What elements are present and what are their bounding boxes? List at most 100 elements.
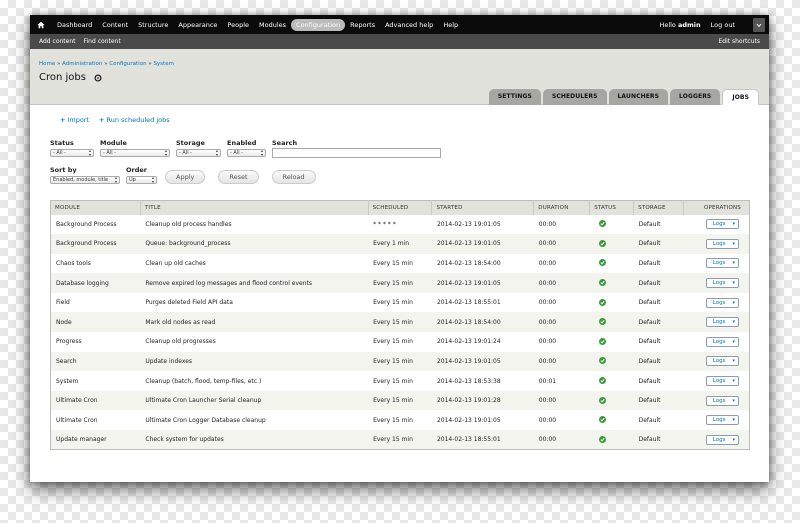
caret-down-icon[interactable]: ▾ [729,280,738,286]
tab-loggers[interactable]: LOGGERS [670,89,721,105]
tab-settings[interactable]: SETTINGS [488,89,541,105]
logs-dropdown-button[interactable]: Logs ▾ [705,376,739,387]
breadcrumb-home[interactable]: Home [39,61,55,67]
logs-button-label: Logs [712,358,726,365]
caret-down-icon[interactable]: ▾ [729,221,738,227]
search-input[interactable] [272,148,441,158]
cell-scheduled: Every 15 min [368,390,432,411]
logs-dropdown-button[interactable]: Logs ▾ [705,219,739,230]
cell-module: Background Process [50,214,141,235]
cell-title: Remove expired log messages and flood co… [140,273,369,293]
toolbar-item-structure[interactable]: Structure [133,19,173,31]
secondary-tabs: SETTINGS SCHEDULERS LAUNCHERS LOGGERS JO… [488,89,759,105]
caret-down-icon[interactable]: ▾ [729,241,738,247]
toolbar-item-content[interactable]: Content [97,19,133,31]
logs-dropdown-button[interactable]: Logs ▾ [705,415,739,426]
toolbar-item-dashboard[interactable]: Dashboard [52,19,97,31]
logs-dropdown-button[interactable]: Logs ▾ [705,356,739,367]
order-select[interactable]: Up ▴ ▾ [126,176,157,184]
gear-icon[interactable] [94,73,102,82]
caret-down-icon[interactable]: ▾ [729,398,738,404]
cell-module: System [50,371,141,391]
caret-down-icon[interactable]: ▾ [729,378,738,384]
caret-down-icon[interactable]: ▾ [729,358,738,364]
logs-button-label: Logs [712,221,726,228]
edit-shortcuts-link[interactable]: Edit shortcuts [718,38,760,45]
cell-status [589,253,634,274]
apply-button[interactable]: Apply [165,170,206,184]
cell-scheduled: * * * * * [368,214,432,235]
storage-select[interactable]: - All - ▴ ▾ [176,149,221,157]
caret-down-icon[interactable]: ▾ [729,417,738,423]
cell-duration: 00:00 [533,351,590,372]
check-circle-icon [598,298,606,306]
column-header-title[interactable]: TITLE [139,200,369,215]
column-header-module[interactable]: MODULE [50,200,141,215]
logout-link[interactable]: Log out [711,21,735,29]
cell-title: Ultimate Cron Logger Database cleanup [140,410,369,431]
enabled-select-value: - All - [230,150,243,156]
caret-down-icon[interactable]: ▾ [729,260,738,266]
column-header-duration[interactable]: DURATION [533,200,590,215]
column-header-scheduled[interactable]: SCHEDULED [367,200,432,215]
main-content: + Import + Run scheduled jobs Status - All… [30,105,769,451]
cell-started: 2014-02-13 19:01:05 [431,273,534,293]
cell-storage: Default [633,273,684,293]
toolbar-item-people[interactable]: People [222,19,254,31]
reload-button[interactable]: Reload [271,170,316,184]
cell-title: Cleanup old progresses [140,332,369,352]
caret-down-icon[interactable]: ▾ [729,339,738,345]
logs-dropdown-button[interactable]: Logs ▾ [705,258,739,269]
shortcut-add-content[interactable]: Add content [39,38,76,45]
cell-status [589,273,634,293]
toolbar-item-reports[interactable]: Reports [345,19,380,31]
logs-dropdown-button[interactable]: Logs ▾ [705,297,739,308]
toolbar-item-help[interactable]: Help [438,19,463,31]
cell-storage: Default [633,312,684,333]
tab-schedulers[interactable]: SCHEDULERS [542,89,607,105]
caret-down-icon[interactable]: ▾ [729,437,738,443]
logs-dropdown-button[interactable]: Logs ▾ [705,278,739,289]
cell-title: Cleanup (batch, flood, temp-files, etc.) [140,371,369,391]
cell-status [589,234,634,254]
table-row: Background Process Queue: background_proc… [50,234,750,254]
caret-down-icon[interactable]: ▾ [729,300,738,306]
title-row: Cron jobs [39,72,769,83]
cell-duration: 00:00 [533,390,590,411]
breadcrumb-configuration[interactable]: Configuration [109,61,146,67]
toolbar-item-appearance[interactable]: Appearance [173,19,222,31]
breadcrumb-system[interactable]: System [153,61,174,67]
tab-jobs[interactable]: JOBS [722,89,759,105]
caret-down-icon[interactable]: ▾ [729,319,738,325]
table-row: Search Update indexes Every 15 min 2014-02-… [50,351,750,372]
breadcrumb-administration[interactable]: Administration [62,61,102,67]
sort-by-select[interactable]: Enabled, module, title ▴ ▾ [50,176,120,184]
run-scheduled-jobs-link[interactable]: + Run scheduled jobs [99,116,170,124]
column-header-status[interactable]: STATUS [589,200,634,215]
cell-title: Cleanup old process handles [140,214,369,235]
column-header-started[interactable]: STARTED [431,200,534,215]
username[interactable]: admin [678,21,701,29]
logs-dropdown-button[interactable]: Logs ▾ [705,434,739,445]
logs-dropdown-button[interactable]: Logs ▾ [705,336,739,347]
import-link[interactable]: + Import [60,116,89,124]
tab-launchers[interactable]: LAUNCHERS [608,89,669,105]
home-icon[interactable] [36,20,46,30]
check-circle-icon [598,220,606,228]
shortcuts-toggle-button[interactable] [753,17,765,32]
module-select[interactable]: - All - ▴ ▾ [100,149,170,157]
shortcut-find-content[interactable]: Find content [84,38,121,45]
toolbar-item-advanced-help[interactable]: Advanced help [380,19,438,31]
status-select[interactable]: - All - ▴ ▾ [50,149,94,157]
toolbar-item-modules[interactable]: Modules [254,19,291,31]
order-select-value: Up [129,177,136,183]
cell-title: Check system for updates [140,430,369,450]
reset-button[interactable]: Reset [218,170,259,184]
table-header-row: MODULE TITLE SCHEDULED STARTED DURATION … [50,200,750,215]
enabled-select[interactable]: - All - ▴ ▾ [227,149,266,157]
column-header-storage[interactable]: STORAGE [633,200,684,215]
logs-dropdown-button[interactable]: Logs ▾ [705,238,739,249]
logs-dropdown-button[interactable]: Logs ▾ [705,317,739,328]
toolbar-item-configuration[interactable]: Configuration [291,18,346,31]
logs-dropdown-button[interactable]: Logs ▾ [705,395,739,406]
